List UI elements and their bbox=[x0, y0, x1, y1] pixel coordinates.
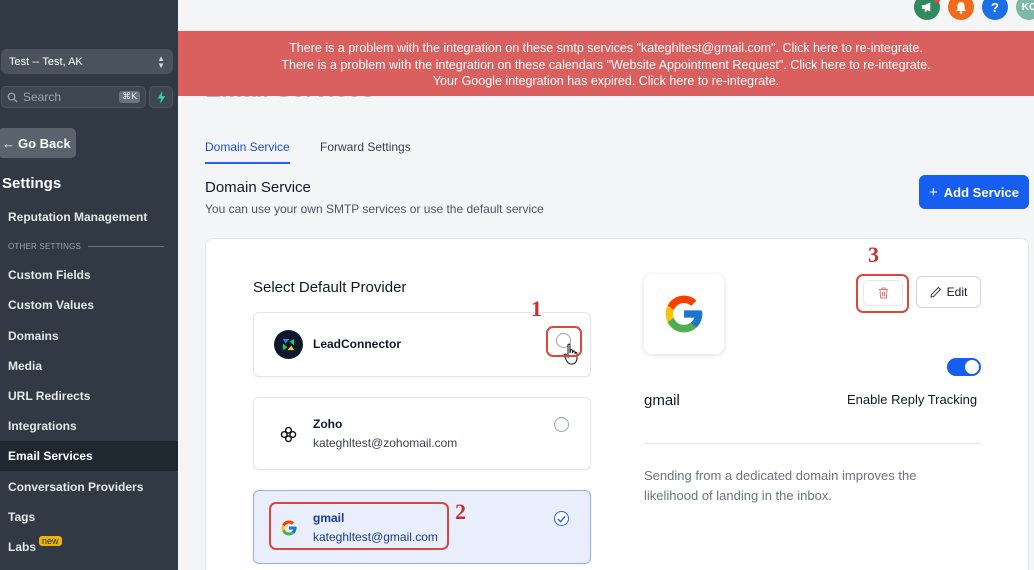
arrow-left-icon: ← bbox=[2, 135, 15, 151]
sidebar-item-conversation-providers[interactable]: Conversation Providers bbox=[0, 472, 178, 502]
service-logo bbox=[644, 274, 724, 354]
help-icon: ? bbox=[991, 0, 999, 15]
active-tab-indicator bbox=[205, 162, 290, 164]
add-service-label: Add Service bbox=[943, 184, 1019, 200]
sidebar-item-labs[interactable]: Labs new bbox=[0, 532, 178, 562]
settings-title: Settings bbox=[2, 175, 62, 192]
toggle-knob bbox=[965, 360, 979, 374]
sidebar-item-domains[interactable]: Domains bbox=[0, 321, 178, 351]
lightning-icon bbox=[157, 90, 165, 104]
provider-section-title: Select Default Provider bbox=[253, 279, 407, 296]
edit-label: Edit bbox=[946, 285, 968, 299]
chevron-up-down-icon: ▲ ▼ bbox=[157, 53, 165, 70]
search-icon bbox=[7, 92, 18, 103]
pencil-icon bbox=[930, 286, 941, 298]
announcements-button[interactable] bbox=[914, 0, 940, 20]
header-actions: ? KC bbox=[914, 0, 1034, 24]
banner-line[interactable]: There is a problem with the integration … bbox=[178, 40, 1034, 57]
reply-tracking-label: Enable Reply Tracking bbox=[847, 392, 978, 407]
notifications-button[interactable] bbox=[948, 0, 974, 20]
sidebar-item-label: Labs bbox=[8, 540, 37, 554]
go-back-label: Go Back bbox=[18, 135, 71, 151]
section-title: Domain Service bbox=[205, 179, 311, 196]
search-input[interactable]: Search ⌘K bbox=[1, 86, 146, 108]
megaphone-icon bbox=[921, 2, 930, 12]
sidebar-item-media[interactable]: Media bbox=[0, 351, 178, 381]
plus-icon: + bbox=[929, 183, 938, 201]
annotation-box-2 bbox=[269, 502, 449, 550]
search-placeholder: Search bbox=[23, 90, 62, 104]
provider-radio[interactable] bbox=[554, 417, 569, 432]
add-service-button[interactable]: + Add Service bbox=[919, 175, 1029, 209]
banner-line[interactable]: There is a problem with the integration … bbox=[178, 57, 1034, 74]
avatar-initials: KC bbox=[1021, 1, 1034, 13]
edit-service-button[interactable]: Edit bbox=[916, 276, 981, 308]
tab-forward-settings[interactable]: Forward Settings bbox=[320, 140, 411, 154]
tab-domain-service[interactable]: Domain Service bbox=[205, 140, 290, 154]
annotation-number-1: 1 bbox=[531, 296, 542, 321]
banner-line[interactable]: Your Google integration has expired. Cli… bbox=[178, 73, 1034, 90]
search-shortcut: ⌘K bbox=[119, 91, 140, 103]
reply-tracking-toggle[interactable] bbox=[947, 358, 981, 376]
trash-icon bbox=[878, 287, 888, 299]
provider-option-zoho[interactable]: Zoho kateghltest@zohomail.com bbox=[253, 397, 591, 470]
google-logo-icon bbox=[665, 295, 703, 333]
sidebar-item-email-services[interactable]: Email Services bbox=[0, 441, 178, 471]
sidebar: Test -- Test, AK ▲ ▼ Search ⌘K ← Go Back … bbox=[0, 0, 178, 570]
check-icon bbox=[557, 515, 566, 523]
quick-action-button[interactable] bbox=[149, 86, 173, 108]
divider bbox=[88, 246, 164, 247]
divider bbox=[644, 443, 981, 444]
delete-service-button[interactable] bbox=[863, 280, 903, 306]
zoho-logo-icon bbox=[280, 426, 297, 443]
provider-radio-checked[interactable] bbox=[554, 511, 569, 526]
sidebar-item-custom-values[interactable]: Custom Values bbox=[0, 290, 178, 320]
bell-icon bbox=[956, 1, 966, 14]
sidebar-section-label: OTHER SETTINGS bbox=[8, 242, 82, 251]
provider-name: Zoho bbox=[313, 417, 343, 431]
leadconnector-logo-icon bbox=[274, 330, 303, 359]
integration-error-banner[interactable]: There is a problem with the integration … bbox=[178, 31, 1034, 96]
provider-email: kateghltest@zohomail.com bbox=[313, 436, 458, 450]
annotation-number-3: 3 bbox=[868, 242, 879, 267]
location-name: Test -- Test, AK bbox=[9, 55, 83, 68]
avatar[interactable]: KC bbox=[1016, 0, 1034, 20]
help-button[interactable]: ? bbox=[982, 0, 1008, 20]
section-description: You can use your own SMTP services or us… bbox=[205, 202, 544, 216]
sidebar-item-integrations[interactable]: Integrations bbox=[0, 411, 178, 441]
new-badge: new bbox=[39, 536, 62, 546]
deliverability-info: Sending from a dedicated domain improves… bbox=[644, 468, 917, 503]
annotation-box-1 bbox=[546, 326, 582, 357]
sidebar-item-custom-fields[interactable]: Custom Fields bbox=[0, 260, 178, 290]
notification-dot bbox=[934, 0, 940, 3]
go-back-button[interactable]: ← Go Back bbox=[0, 128, 76, 158]
sidebar-item-reputation-management[interactable]: Reputation Management bbox=[0, 202, 178, 232]
provider-name: LeadConnector bbox=[313, 337, 402, 351]
service-name: gmail bbox=[644, 392, 680, 409]
sidebar-item-url-redirects[interactable]: URL Redirects bbox=[0, 381, 178, 411]
annotation-number-2: 2 bbox=[455, 499, 466, 524]
sidebar-item-tags[interactable]: Tags bbox=[0, 502, 178, 532]
location-switcher[interactable]: Test -- Test, AK ▲ ▼ bbox=[1, 49, 173, 74]
